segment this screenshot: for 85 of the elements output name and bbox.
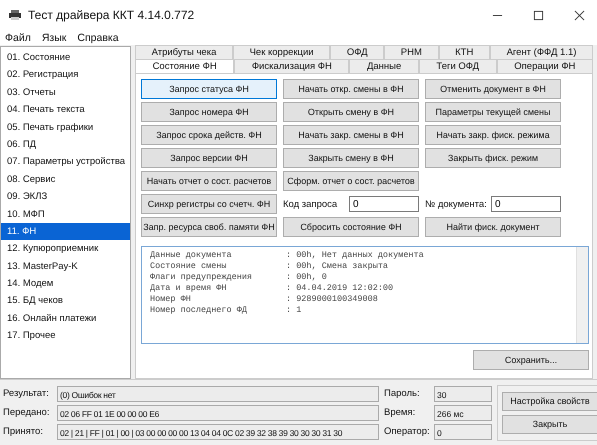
sidebar-item[interactable]: 08. Сервис (1, 170, 130, 188)
window-title: Тест драйвера ККТ 4.14.0.772 (28, 8, 194, 22)
sidebar-item[interactable]: 11. ФН (1, 222, 130, 240)
sidebar-item[interactable]: 02. Регистрация (1, 66, 130, 84)
input-field[interactable]: 0 (491, 196, 561, 212)
input-field[interactable]: 0 (349, 196, 419, 212)
action-button[interactable]: Запрос версии ФН (141, 148, 277, 168)
sidebar-item[interactable]: 04. Печать текста (1, 101, 130, 119)
action-button[interactable]: Начать отчет о сост. расчетов (141, 171, 277, 191)
action-button[interactable]: Запр. ресурса своб. памяти ФН (141, 217, 277, 237)
action-button[interactable]: Начать закр. фиск. режима (425, 125, 561, 145)
action-button[interactable]: Параметры текущей смены (425, 102, 561, 122)
maximize-icon[interactable] (533, 10, 544, 20)
menu-item[interactable]: Файл (5, 32, 31, 44)
sidebar-item[interactable]: 05. Печать графики (1, 118, 130, 136)
output-value: : 00h, Нет данных документа (286, 250, 424, 261)
action-button[interactable]: Запрос статуса ФН (141, 79, 277, 99)
action-button[interactable]: Закрыть фиск. режим (425, 148, 561, 168)
footer-button[interactable]: Закрыть (502, 414, 597, 434)
action-button[interactable]: Сбросить состояние ФН (283, 217, 419, 237)
sidebar-item[interactable]: 17. Прочее (1, 327, 130, 345)
sidebar-item[interactable]: 15. БД чеков (1, 292, 130, 310)
sidebar-item[interactable]: 01. Состояние (1, 49, 130, 66)
sidebar-item[interactable]: 09. ЭКЛЗ (1, 188, 130, 206)
output-key: Данные документа (150, 250, 286, 261)
output-key: Флаги предупреждения (150, 272, 286, 283)
tab[interactable]: ОФД (330, 45, 384, 59)
tab[interactable]: Теги ОФД (418, 59, 497, 73)
tab[interactable]: Операции ФН (496, 59, 593, 73)
save-button[interactable]: Сохранить... (473, 350, 589, 370)
status-label: Оператор: (384, 426, 430, 437)
status-value: 0 (434, 424, 492, 440)
sidebar-item[interactable]: 10. МФП (1, 206, 130, 223)
action-button[interactable]: Отменить документ в ФН (425, 79, 561, 99)
action-button[interactable]: Найти фиск. документ (425, 217, 561, 237)
tab[interactable]: РНМ (384, 45, 439, 59)
output-key: Номер ФН (150, 294, 286, 305)
status-value: 30 (434, 386, 492, 402)
tab[interactable]: Данные (349, 59, 419, 73)
tab[interactable]: Состояние ФН (135, 59, 234, 73)
sidebar-item[interactable]: 14. Модем (1, 275, 130, 292)
vertical-scrollbar[interactable] (576, 247, 588, 343)
action-button[interactable]: Сформ. отчет о сост. расчетов (283, 171, 419, 191)
status-value: (0) Ошибок нет (57, 386, 379, 402)
menu-item[interactable]: Язык (42, 32, 66, 44)
status-value: 02 | 21 | FF | 01 | 00 | 03 00 00 00 00 13 04 04 0C 02 39 32 38 39 30 30 30 31 30 (57, 424, 379, 440)
status-label: Время: (384, 407, 416, 418)
action-button[interactable]: Закрыть смену в ФН (283, 148, 419, 168)
output-key: Состояние смены (150, 261, 286, 272)
output-key: Дата и время ФН (150, 283, 286, 294)
status-value: 266 мс (434, 404, 492, 420)
sidebar-item[interactable]: 13. MasterPay-K (1, 258, 130, 276)
field-label: Код запроса (283, 198, 338, 210)
action-button[interactable]: Начать закр. смены в ФН (283, 125, 419, 145)
status-value: 02 06 FF 01 1E 00 00 00 E6 (57, 404, 379, 420)
tab[interactable]: КТН (438, 45, 490, 59)
printer-icon (8, 9, 22, 21)
action-button[interactable]: Запрос номера ФН (141, 102, 277, 122)
sidebar-item[interactable]: 06. ПД (1, 136, 130, 154)
output-key: Номер последнего ФД (150, 305, 286, 316)
action-button[interactable]: Открыть смену в ФН (283, 102, 419, 122)
tab[interactable]: Агент (ФФД 1.1) (490, 45, 594, 59)
footer-button[interactable]: Настройка свойств (502, 392, 597, 410)
output-value: : 1 (286, 305, 302, 316)
sidebar-item[interactable]: 07. Параметры устройства (1, 153, 130, 171)
sidebar-item[interactable]: 12. Купюроприемник (1, 240, 130, 258)
action-button[interactable]: Начать откр. смены в ФН (283, 79, 419, 99)
action-button[interactable]: Синхр регистры со счетч. ФН (141, 194, 277, 214)
sidebar-item[interactable]: 03. Отчеты (1, 84, 130, 102)
output-value: : 00h, Смена закрыта (286, 261, 388, 272)
status-label: Передано: (3, 407, 50, 418)
action-button[interactable]: Запрос срока действ. ФН (141, 125, 277, 145)
sidebar-item[interactable]: 16. Онлайн платежи (1, 310, 130, 328)
menu-item[interactable]: Справка (77, 32, 119, 44)
tab[interactable]: Фискализация ФН (234, 59, 350, 73)
status-label: Пароль: (384, 388, 421, 399)
tab[interactable]: Чек коррекции (232, 45, 330, 59)
output-value: : 00h, 0 (286, 272, 327, 283)
status-label: Результат: (3, 388, 50, 399)
output-value: : 9289000100349008 (286, 294, 378, 305)
field-label: № документа: (425, 198, 487, 210)
output-value: : 04.04.2019 12:02:00 (286, 283, 394, 294)
close-icon[interactable] (574, 10, 585, 20)
status-label: Принято: (3, 426, 44, 437)
tab[interactable]: Атрибуты чека (135, 45, 233, 59)
